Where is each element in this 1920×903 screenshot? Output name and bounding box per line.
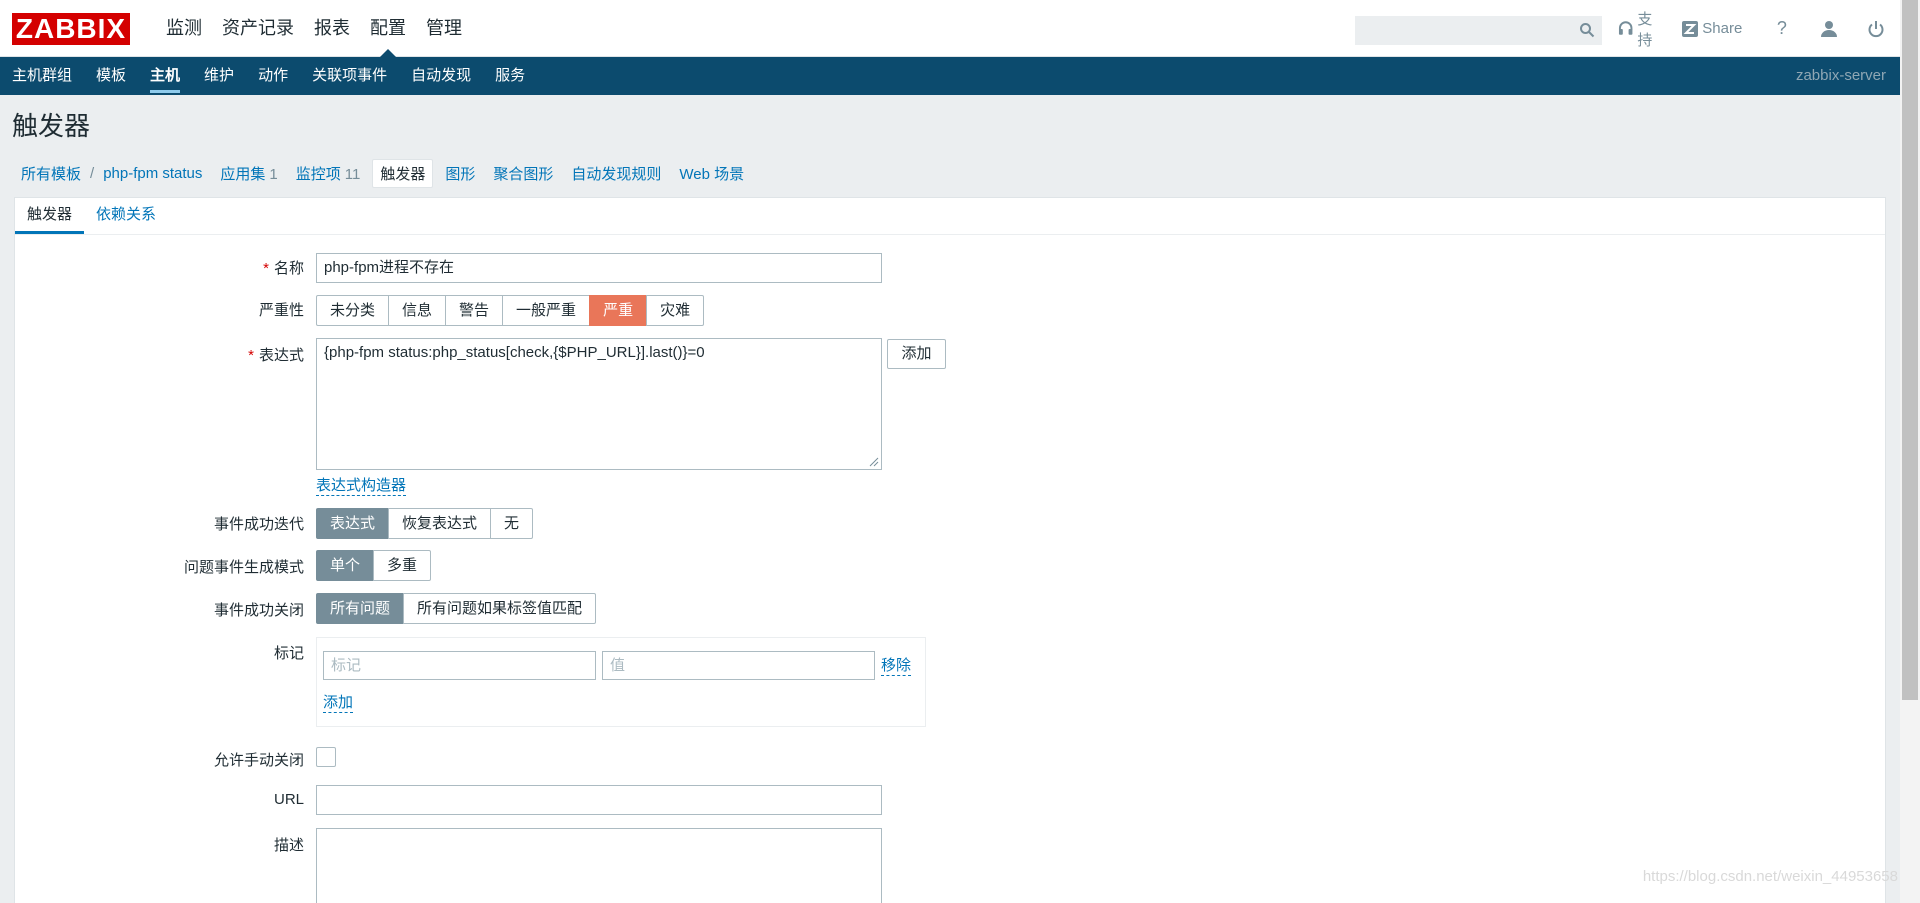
breadcrumb-items-count: 11 <box>344 165 361 183</box>
expression-label-text: 表达式 <box>258 347 304 364</box>
sub-menu-discovery[interactable]: 自动发现 <box>399 57 483 95</box>
page-scrollbar[interactable] <box>1900 0 1920 903</box>
ok-event-expression[interactable]: 表达式 <box>316 508 390 539</box>
tag-add-button[interactable]: 添加 <box>323 694 354 713</box>
main-menu-monitoring[interactable]: 监测 <box>156 0 212 57</box>
breadcrumb-items-label: 监控项 <box>295 165 341 183</box>
top-links: 支持 Share ? <box>1618 0 1900 57</box>
required-marker: * <box>248 347 254 364</box>
problem-mode-multiple[interactable]: 多重 <box>373 550 432 581</box>
help-icon[interactable]: ? <box>1771 18 1792 40</box>
ok-event-generation-selector: 表达式 恢复表达式 无 <box>316 508 534 539</box>
sub-menu-host-groups[interactable]: 主机群组 <box>0 57 84 95</box>
main-menu-reports[interactable]: 报表 <box>304 0 360 57</box>
breadcrumb-web-scenarios[interactable]: Web 场景 <box>670 163 753 184</box>
logout-power-icon[interactable] <box>1866 18 1887 40</box>
sub-menu-correlation[interactable]: 关联项事件 <box>300 57 399 95</box>
breadcrumb-screens[interactable]: 聚合图形 <box>484 163 562 184</box>
name-field[interactable]: php-fpm进程不存在 <box>316 253 882 283</box>
name-label-text: 名称 <box>273 260 304 277</box>
url-label: URL <box>273 791 304 808</box>
severity-selector: 未分类 信息 警告 一般严重 严重 灾难 <box>316 295 705 326</box>
breadcrumb-triggers[interactable]: 触发器 <box>372 158 434 188</box>
main-menu-inventory[interactable]: 资产记录 <box>212 0 304 57</box>
top-bar: ZABBIX 监测 资产记录 报表 配置 管理 支持 Share ? <box>0 0 1900 57</box>
support-link[interactable]: 支持 <box>1618 8 1666 50</box>
page-title: 触发器 <box>12 111 91 141</box>
severity-information[interactable]: 信息 <box>388 295 447 326</box>
tag-name-input[interactable]: 标记 <box>323 651 596 680</box>
search-input[interactable] <box>1355 16 1602 45</box>
url-field[interactable] <box>316 785 882 815</box>
breadcrumb-applications-count: 1 <box>269 165 278 183</box>
breadcrumb-template[interactable]: php-fpm status <box>94 165 211 182</box>
share-link[interactable]: Share <box>1682 20 1742 37</box>
ok-event-none[interactable]: 无 <box>490 508 534 539</box>
support-label: 支持 <box>1637 10 1653 49</box>
breadcrumb-items[interactable]: 监控项 11 <box>287 163 370 184</box>
sub-menu-actions[interactable]: 动作 <box>246 57 300 95</box>
severity-not-classified[interactable]: 未分类 <box>316 295 390 326</box>
main-menu-configuration[interactable]: 配置 <box>360 0 416 57</box>
resize-handle-icon[interactable] <box>869 457 879 467</box>
severity-warning[interactable]: 警告 <box>445 295 504 326</box>
tag-remove-button[interactable]: 移除 <box>881 657 912 676</box>
severity-high[interactable]: 严重 <box>589 295 648 326</box>
problem-mode-selector: 单个 多重 <box>316 550 432 581</box>
ok-event-recovery-expression[interactable]: 恢复表达式 <box>388 508 492 539</box>
ok-close-label: 事件成功关闭 <box>213 602 304 619</box>
description-label: 描述 <box>273 837 304 854</box>
problem-mode-label: 问题事件生成模式 <box>183 559 304 576</box>
tags-label: 标记 <box>273 645 304 662</box>
description-textarea[interactable] <box>316 828 882 903</box>
main-menu-administration[interactable]: 管理 <box>416 0 472 57</box>
sub-menu-bar: 主机群组 模板 主机 维护 动作 关联项事件 自动发现 服务 zabbix-se… <box>0 57 1900 95</box>
search-icon[interactable] <box>1579 22 1595 38</box>
form-tabs: 触发器 依赖关系 <box>15 198 1885 235</box>
page-scrollbar-thumb[interactable] <box>1902 0 1918 700</box>
breadcrumb-applications[interactable]: 应用集 1 <box>211 163 286 184</box>
problem-mode-single[interactable]: 单个 <box>316 550 375 581</box>
expression-add-button[interactable]: 添加 <box>887 339 946 369</box>
name-label: * 名称 <box>14 257 304 278</box>
severity-label: 严重性 <box>258 302 304 319</box>
expression-label: * 表达式 <box>14 344 304 365</box>
severity-average[interactable]: 一般严重 <box>502 295 591 326</box>
sub-menu-maintenance[interactable]: 维护 <box>192 57 246 95</box>
tag-value-input[interactable]: 值 <box>602 651 875 680</box>
severity-disaster[interactable]: 灾难 <box>646 295 705 326</box>
share-z-icon <box>1682 20 1699 37</box>
sub-menu-services[interactable]: 服务 <box>483 57 537 95</box>
ok-event-generation-label: 事件成功迭代 <box>213 516 304 533</box>
expression-builder-link[interactable]: 表达式构造器 <box>316 477 407 496</box>
breadcrumb: 所有模板 / php-fpm status 应用集 1 监控项 11 触发器 图形 … <box>12 158 753 188</box>
sub-menu-templates[interactable]: 模板 <box>84 57 138 95</box>
user-profile-icon[interactable] <box>1819 18 1840 40</box>
headset-icon <box>1618 20 1633 35</box>
tab-dependencies[interactable]: 依赖关系 <box>84 198 168 234</box>
tab-trigger[interactable]: 触发器 <box>15 198 85 234</box>
breadcrumb-discovery-rules[interactable]: 自动发现规则 <box>562 163 670 184</box>
expression-textarea[interactable]: {php-fpm status:php_status[check,{$PHP_U… <box>316 338 882 470</box>
breadcrumb-all-templates[interactable]: 所有模板 <box>12 163 90 184</box>
ok-close-tag-match[interactable]: 所有问题如果标签值匹配 <box>403 593 597 624</box>
zabbix-logo[interactable]: ZABBIX <box>12 13 130 45</box>
share-label: Share <box>1702 20 1743 37</box>
main-menu: 监测 资产记录 报表 配置 管理 <box>156 0 472 57</box>
server-name: zabbix-server <box>1795 67 1886 84</box>
ok-close-selector: 所有问题 所有问题如果标签值匹配 <box>316 593 597 624</box>
breadcrumb-graphs[interactable]: 图形 <box>436 163 484 184</box>
sub-menu: 主机群组 模板 主机 维护 动作 关联项事件 自动发现 服务 <box>0 57 537 95</box>
manual-close-checkbox[interactable] <box>316 747 336 767</box>
watermark-text: https://blog.csdn.net/weixin_44953658 <box>1642 868 1898 885</box>
ok-close-all-problems[interactable]: 所有问题 <box>316 593 405 624</box>
breadcrumb-applications-label: 应用集 <box>220 165 266 183</box>
required-marker: * <box>263 260 269 277</box>
sub-menu-hosts[interactable]: 主机 <box>138 57 192 95</box>
manual-close-label: 允许手动关闭 <box>213 752 304 769</box>
